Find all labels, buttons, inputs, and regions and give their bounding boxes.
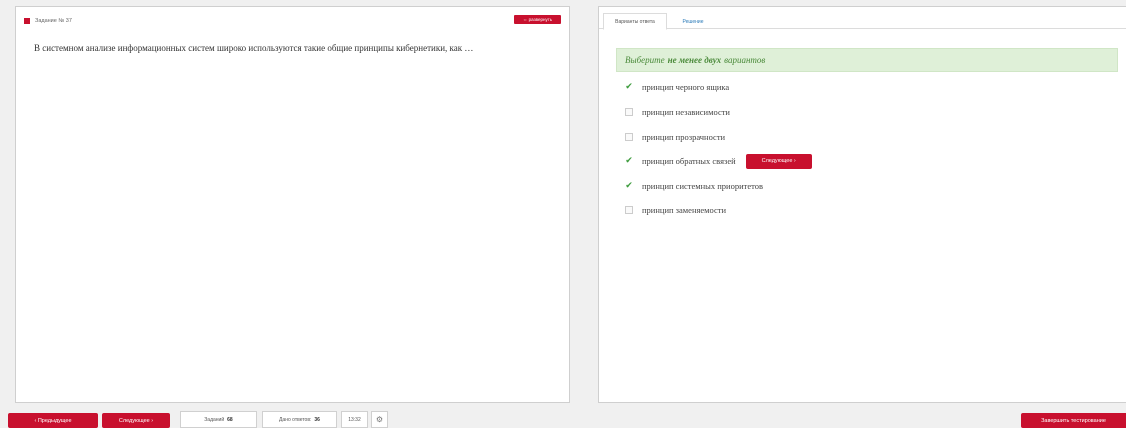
- checkbox[interactable]: [625, 133, 633, 141]
- answer-option[interactable]: ✔ принцип черного ящика: [625, 80, 729, 94]
- answer-option-label: принцип независимости: [642, 107, 730, 117]
- previous-button[interactable]: ‹ Предыдущее: [8, 413, 98, 428]
- hint-prefix: Выберите: [625, 55, 665, 65]
- answer-option[interactable]: принцип независимости: [625, 105, 730, 119]
- answer-option[interactable]: принцип прозрачности: [625, 130, 725, 144]
- checkbox[interactable]: [625, 206, 633, 214]
- checkmark-icon[interactable]: ✔: [625, 82, 633, 92]
- tab-solution[interactable]: Решение: [671, 13, 715, 30]
- answered-counter: Дано ответов: 36: [262, 411, 337, 428]
- answered-label: Дано ответов: [279, 416, 310, 423]
- answer-option[interactable]: ✔ принцип обратных связей Следующее ›: [625, 153, 812, 169]
- timer: 13:32: [341, 411, 368, 428]
- selection-hint: Выберите не менее двух вариантов: [616, 48, 1118, 72]
- checkbox[interactable]: [625, 108, 633, 116]
- tab-answer-options[interactable]: Варианты ответа: [603, 13, 667, 30]
- answer-option-label: принцип обратных связей: [642, 156, 736, 166]
- hint-suffix: вариантов: [724, 55, 766, 65]
- checkmark-icon[interactable]: ✔: [625, 181, 633, 191]
- answer-option-label: принцип черного ящика: [642, 82, 730, 92]
- finish-test-button[interactable]: Завершить тестирование: [1021, 413, 1126, 428]
- answer-option-label: принцип заменяемости: [642, 205, 727, 215]
- tab-bar: Варианты ответа Решение: [599, 7, 1126, 30]
- gear-icon[interactable]: ⚙: [371, 411, 388, 428]
- next-question-button[interactable]: Следующее ›: [745, 153, 812, 169]
- answer-option[interactable]: принцип заменяемости: [625, 203, 726, 217]
- answered-value: 36: [314, 416, 320, 423]
- checkmark-icon[interactable]: ✔: [625, 156, 633, 166]
- question-number: Задание № 37: [35, 18, 72, 24]
- tasks-label: Заданий: [204, 416, 225, 423]
- answer-option[interactable]: ✔ принцип системных приоритетов: [625, 179, 763, 193]
- hint-emphasis: не менее двух: [667, 55, 722, 65]
- answer-option-label: принцип системных приоритетов: [642, 181, 764, 191]
- next-button[interactable]: Следующее ›: [102, 413, 170, 428]
- answer-option-label: принцип прозрачности: [642, 132, 726, 142]
- expand-button[interactable]: ⇔ развернуть: [514, 15, 561, 24]
- tasks-counter: Заданий 68: [180, 411, 257, 428]
- answer-panel: Варианты ответа Решение Выберите не мене…: [598, 6, 1126, 403]
- flag-icon[interactable]: [24, 18, 30, 24]
- tasks-value: 68: [227, 416, 233, 423]
- question-panel: Задание № 37 ⇔ развернуть В системном ан…: [15, 6, 570, 403]
- question-text: В системном анализе информационных систе…: [34, 43, 474, 53]
- question-header: Задание № 37: [24, 15, 72, 27]
